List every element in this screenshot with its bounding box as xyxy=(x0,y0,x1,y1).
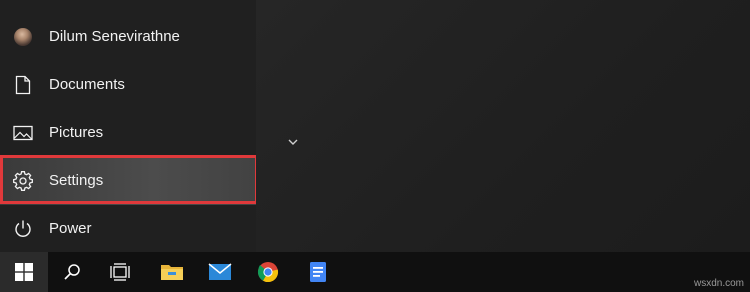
pictures-label: Pictures xyxy=(49,124,104,141)
start-menu-user-account[interactable]: Dilum Senevirathne xyxy=(0,13,256,61)
chrome-icon xyxy=(257,262,279,283)
google-docs-button[interactable] xyxy=(294,252,342,292)
settings-label: Settings xyxy=(49,172,104,189)
start-menu-settings[interactable]: Settings xyxy=(0,157,256,205)
mail-icon xyxy=(208,263,232,280)
user-name-label: Dilum Senevirathne xyxy=(49,28,180,45)
user-avatar xyxy=(12,26,34,48)
document-icon xyxy=(12,74,34,96)
start-tiles-area xyxy=(256,0,750,252)
search-icon xyxy=(64,264,80,280)
google-docs-icon xyxy=(310,262,326,282)
file-explorer-button[interactable] xyxy=(148,252,196,292)
task-view-button[interactable] xyxy=(96,252,144,292)
start-button[interactable] xyxy=(0,252,48,292)
documents-label: Documents xyxy=(49,76,125,93)
windows-logo-icon xyxy=(15,263,33,281)
task-view-icon xyxy=(110,263,130,281)
file-explorer-icon xyxy=(161,265,183,280)
taskbar-search-button[interactable] xyxy=(48,252,96,292)
chevron-down-icon[interactable] xyxy=(286,136,300,148)
chrome-button[interactable] xyxy=(244,252,292,292)
start-menu-documents[interactable]: Documents xyxy=(0,61,256,109)
gear-icon xyxy=(12,170,34,192)
watermark-text: wsxdn.com xyxy=(693,278,744,289)
mail-button[interactable] xyxy=(196,252,244,292)
power-icon xyxy=(12,218,34,240)
start-menu-pictures[interactable]: Pictures xyxy=(0,109,256,157)
pictures-icon xyxy=(12,122,34,144)
start-menu: Dilum Senevirathne Documents Pictures Se… xyxy=(0,0,258,253)
desktop: Dilum Senevirathne Documents Pictures Se… xyxy=(0,0,750,252)
power-label: Power xyxy=(49,220,92,237)
taskbar: wsxdn.com xyxy=(0,252,750,292)
start-menu-power[interactable]: Power xyxy=(0,205,256,253)
